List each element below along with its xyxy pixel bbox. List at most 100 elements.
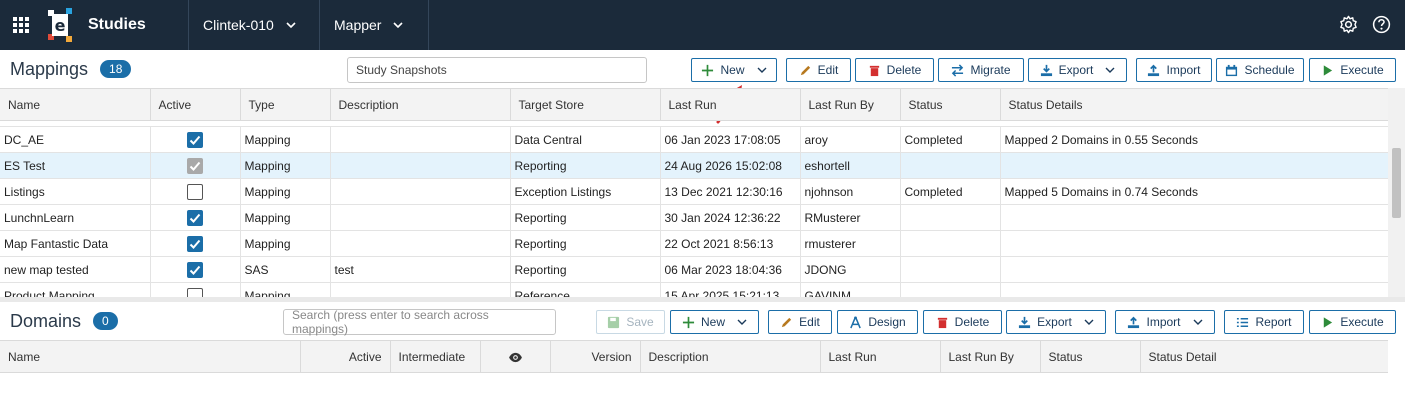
table-row[interactable]: Listings Mapping Exception Listings 13 Dec … <box>0 178 1388 205</box>
mapping-new-button[interactable]: New <box>691 58 777 82</box>
cell-last-run-by: JDONG <box>800 256 901 283</box>
cell-active <box>150 256 241 283</box>
pencil-icon <box>782 317 792 327</box>
cell-type: Mapping <box>240 178 331 205</box>
active-checkbox[interactable] <box>187 157 203 174</box>
chevron-down-icon[interactable] <box>1105 65 1115 75</box>
active-checkbox[interactable] <box>187 131 203 148</box>
cell-name: Map Fantastic Data <box>0 230 151 257</box>
domains-grid[interactable]: Name Active Intermediate Version Descrip… <box>0 340 1388 374</box>
top-bar: e Studies Clintek-010 Mapper <box>0 0 1405 50</box>
domains-header-row: Name Active Intermediate Version Descrip… <box>0 340 1388 373</box>
domain-delete-button[interactable]: Delete <box>923 310 1002 334</box>
domain-import-button[interactable]: Import <box>1115 310 1215 334</box>
col-type[interactable]: Type <box>240 88 331 121</box>
domain-save-button[interactable]: Save <box>596 310 665 334</box>
mapping-import-button[interactable]: Import <box>1136 58 1212 82</box>
gear-icon[interactable] <box>1339 15 1358 34</box>
col-last-run[interactable]: Last Run <box>820 340 941 373</box>
calendar-icon <box>1226 64 1238 76</box>
chevron-down-icon[interactable] <box>737 317 747 327</box>
cell-target: Reporting <box>510 152 661 179</box>
cell-active <box>150 126 241 153</box>
help-icon[interactable] <box>1372 15 1391 34</box>
app-title[interactable]: Studies <box>88 16 188 34</box>
table-row[interactable]: Product Mapping Mapping Reference 15 Apr 20… <box>0 282 1388 297</box>
study-dropdown[interactable]: Clintek-010 <box>189 0 319 50</box>
cell-last-run-by: rmusterer <box>800 230 901 257</box>
col-intermediate[interactable]: Intermediate <box>390 340 481 373</box>
col-status-detail[interactable]: Status Detail <box>1140 340 1388 373</box>
domain-execute-label: Execute <box>1340 315 1384 329</box>
col-name[interactable]: Name <box>0 340 301 373</box>
snapshot-field[interactable]: Study Snapshots <box>347 57 647 83</box>
domain-export-button[interactable]: Export <box>1006 310 1106 334</box>
cell-status <box>900 282 1001 297</box>
col-target-store[interactable]: Target Store <box>510 88 661 121</box>
col-status[interactable]: Status <box>900 88 1001 121</box>
col-last-run[interactable]: Last Run <box>660 88 801 121</box>
table-row[interactable]: DC_AE Mapping Data Central 06 Jan 2023 17:0… <box>0 126 1388 153</box>
cell-last-run-by: GAVINM <box>800 282 901 297</box>
domain-search-input[interactable]: Search (press enter to search across map… <box>283 308 556 336</box>
col-last-run-by[interactable]: Last Run By <box>940 340 1041 373</box>
col-last-run-by[interactable]: Last Run By <box>800 88 901 121</box>
active-checkbox[interactable] <box>187 287 203 297</box>
active-checkbox[interactable] <box>187 183 203 200</box>
cell-active <box>150 282 241 297</box>
domain-save-label: Save <box>626 315 654 329</box>
col-description[interactable]: Description <box>330 88 511 121</box>
col-active[interactable]: Active <box>300 340 391 373</box>
active-checkbox[interactable] <box>187 235 203 252</box>
col-visibility[interactable] <box>480 340 551 373</box>
mapping-edit-button[interactable]: Edit <box>786 58 851 82</box>
mapping-delete-label: Delete <box>886 63 922 77</box>
cell-last-run: 15 Apr 2025 15:21:13 <box>660 282 801 297</box>
chevron-down-icon[interactable] <box>1084 317 1094 327</box>
cell-name: new map tested <box>0 256 151 283</box>
apps-grid-icon[interactable] <box>0 0 42 50</box>
active-checkbox[interactable] <box>187 209 203 226</box>
chevron-down-icon <box>286 22 296 29</box>
mapping-export-button[interactable]: Export <box>1028 58 1127 82</box>
scrollbar-thumb[interactable] <box>1392 148 1401 218</box>
checkmark-icon <box>189 213 201 223</box>
domain-new-button[interactable]: New <box>670 310 759 334</box>
cell-status <box>900 152 1001 179</box>
col-status-details[interactable]: Status Details <box>1000 88 1388 121</box>
col-name[interactable]: Name <box>0 88 151 121</box>
module-dropdown-label: Mapper <box>334 17 382 33</box>
domain-report-button[interactable]: Report <box>1224 310 1304 334</box>
mapping-new-label: New <box>720 63 745 77</box>
mapping-migrate-button[interactable]: Migrate <box>938 58 1024 82</box>
cell-status <box>900 204 1001 231</box>
domain-execute-button[interactable]: Execute <box>1309 310 1396 334</box>
mappings-grid[interactable]: Name Active Type Description Target Stor… <box>0 88 1388 297</box>
mapping-execute-button[interactable]: Execute <box>1309 58 1396 82</box>
mappings-scrollbar[interactable] <box>1388 88 1405 297</box>
mapping-delete-button[interactable]: Delete <box>855 58 934 82</box>
table-row[interactable]: LunchnLearn Mapping Reporting 30 Jan 2024 1… <box>0 204 1388 231</box>
active-checkbox[interactable] <box>187 261 203 278</box>
col-status[interactable]: Status <box>1040 340 1141 373</box>
col-description[interactable]: Description <box>640 340 821 373</box>
cell-description <box>330 230 511 257</box>
mapping-schedule-button[interactable]: Schedule <box>1216 58 1304 82</box>
col-active[interactable]: Active <box>150 88 241 121</box>
table-row[interactable]: Map Fantastic Data Mapping Reporting 22 Oct… <box>0 230 1388 257</box>
design-compass-icon <box>850 315 862 328</box>
checkmark-icon <box>189 161 201 171</box>
eye-icon <box>508 352 522 362</box>
chevron-down-icon[interactable] <box>1193 317 1203 327</box>
chevron-down-icon[interactable] <box>757 65 767 75</box>
module-dropdown[interactable]: Mapper <box>320 0 428 50</box>
table-row[interactable]: ES Test Mapping Reporting 24 Aug 2026 15:02… <box>0 152 1388 179</box>
domain-design-button[interactable]: Design <box>837 310 918 334</box>
cell-name: Listings <box>0 178 151 205</box>
study-dropdown-label: Clintek-010 <box>203 17 274 33</box>
mapping-schedule-label: Schedule <box>1244 63 1295 77</box>
table-row[interactable]: new map tested SAS test Reporting 06 Mar 202… <box>0 256 1388 283</box>
domain-edit-button[interactable]: Edit <box>768 310 832 334</box>
col-version[interactable]: Version <box>550 340 641 373</box>
domains-title: Domains <box>10 310 82 331</box>
